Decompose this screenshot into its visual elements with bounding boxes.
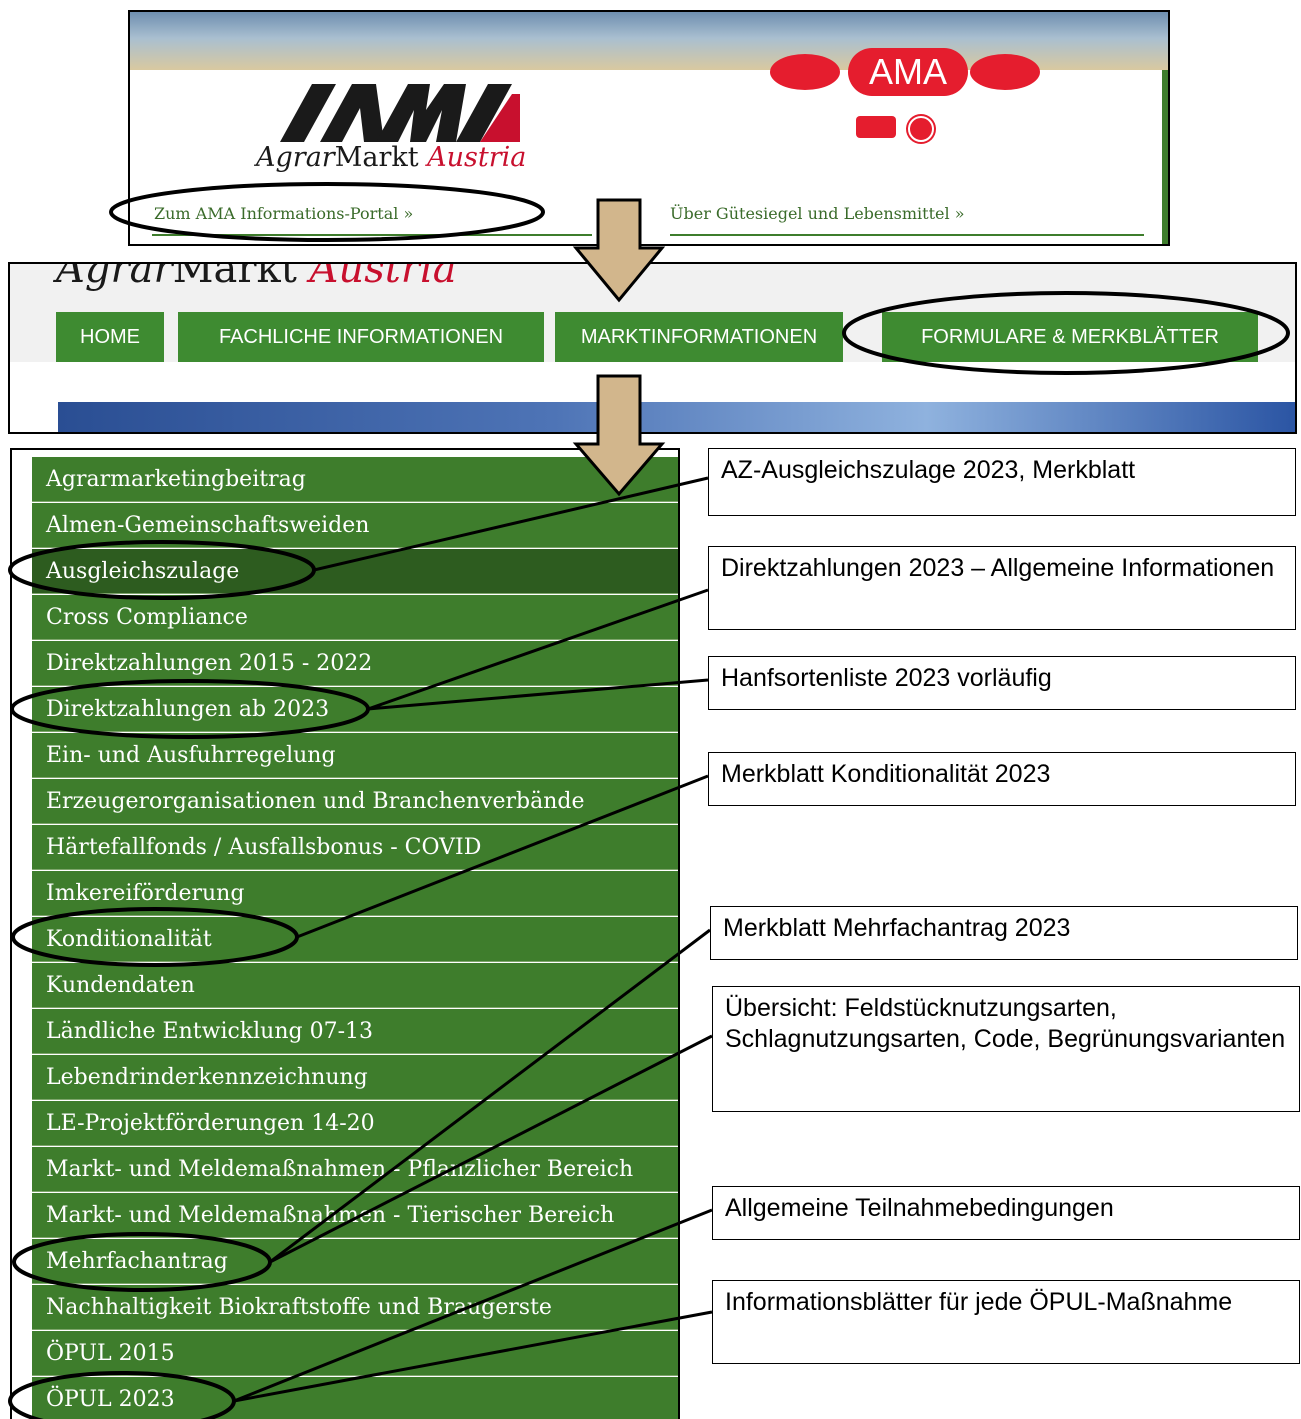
- highlight-ellipse-direktzahlungen: [10, 679, 370, 739]
- highlight-ellipse-mehrfachantrag: [12, 1232, 272, 1292]
- highlight-ellipse-formulare: [842, 291, 1290, 375]
- down-arrow-icon: [572, 198, 666, 303]
- highlight-ellipse-konditionalitaet: [11, 907, 299, 967]
- highlight-ellipse-ausgleichszulage: [8, 540, 316, 600]
- annotation-overlay: [8, 182, 1290, 1419]
- highlight-ellipse-oepul-2023: [8, 1371, 236, 1419]
- down-arrow-icon: [572, 374, 666, 497]
- highlight-ellipse-portal: [109, 182, 545, 242]
- connector-lines: [233, 476, 713, 1403]
